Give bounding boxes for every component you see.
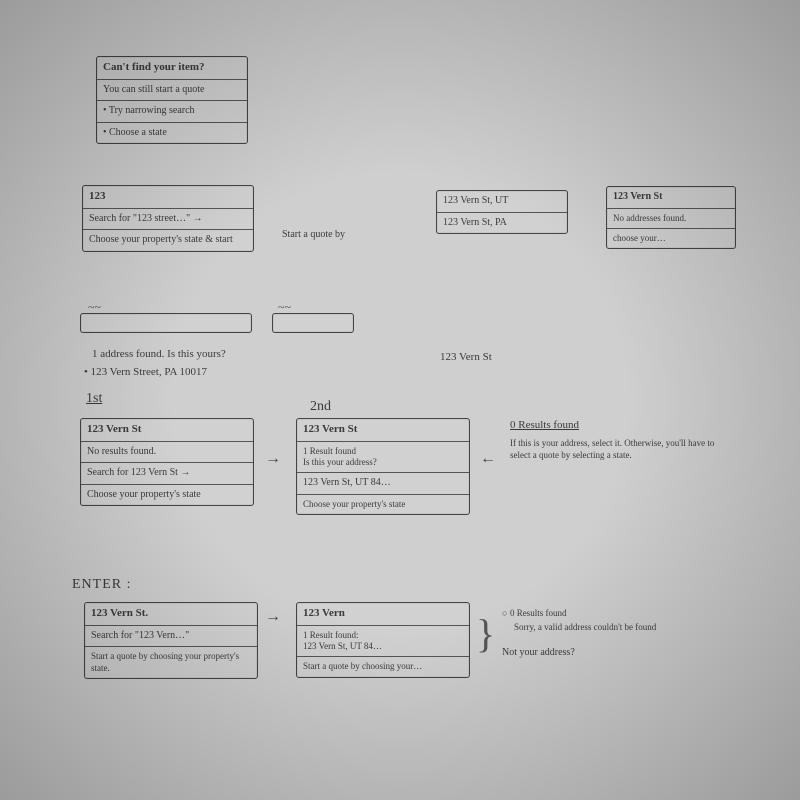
no-addresses-msg: No addresses found. <box>607 209 735 229</box>
choose-state-link[interactable]: Choose your property's state & start <box>83 230 253 251</box>
card2-found: 1 Result found Is this your address? <box>297 442 469 474</box>
arrow-right-icon: → <box>265 450 281 468</box>
label-2nd: 2nd <box>310 398 331 416</box>
card4-found-count: 1 Result found: <box>303 630 359 640</box>
card2-header: 123 Vern St <box>297 419 469 442</box>
search-link[interactable]: Search for 123 Vern St → <box>81 463 253 485</box>
search-for-link[interactable]: Search for "123 street…" → <box>83 209 253 231</box>
choose-link[interactable]: choose your… <box>607 229 735 248</box>
card2-isyours: Is this your address? <box>303 457 377 467</box>
bottom-l1: 0 Results found <box>510 608 567 618</box>
card-2nd: 123 Vern St 1 Result found Is this your … <box>296 418 470 515</box>
cant-find-title: Can't find your item? <box>97 57 247 80</box>
bottom-zero-results: ○ 0 Results found <box>502 608 566 620</box>
card4-found: 1 Result found: 123 Vern St, UT 84… <box>297 626 469 658</box>
results-list-a: 123 Vern St, UT 123 Vern St, PA <box>436 190 568 234</box>
start-quote-note: Start a quote by <box>282 228 345 241</box>
found-aside: 123 Vern St <box>440 350 492 364</box>
results-b-header: 123 Vern St <box>607 187 735 209</box>
card2-choose[interactable]: Choose your property's state <box>297 495 469 514</box>
enter-label: ENTER : <box>72 576 132 594</box>
card-1st: 123 Vern St No results found. Search for… <box>80 418 254 506</box>
card2-address[interactable]: 123 Vern St, UT 84… <box>297 473 469 495</box>
arrow-left-icon: ← <box>480 450 496 468</box>
result-item[interactable]: 123 Vern St, UT <box>437 191 567 213</box>
card1-header: 123 Vern St <box>81 419 253 442</box>
card-enter-1: 123 Vern St. Search for "123 Vern…" Star… <box>84 602 258 679</box>
bottom-sorry: Sorry, a valid address couldn't be found <box>514 622 734 634</box>
no-results-msg: No results found. <box>81 442 253 464</box>
zero-results-body: If this is your address, select it. Othe… <box>510 438 720 461</box>
card4-address[interactable]: 123 Vern St, UT 84… <box>303 641 382 651</box>
brace-icon: } <box>476 610 495 657</box>
cant-find-panel: Can't find your item? You can still star… <box>96 56 248 144</box>
label-1st: 1st <box>86 390 102 408</box>
not-your-address: Not your address? <box>502 646 575 659</box>
card4-header: 123 Vern <box>297 603 469 626</box>
card2-found-count: 1 Result found <box>303 446 356 456</box>
card4-start[interactable]: Start a quote by choosing your… <box>297 657 469 676</box>
cant-find-subtitle: You can still start a quote <box>97 80 247 102</box>
card3-header: 123 Vern St. <box>85 603 257 626</box>
result-item[interactable]: 123 Vern St, PA <box>437 213 567 234</box>
one-found-line1: 1 address found. Is this yours? <box>92 347 226 361</box>
cant-find-opt2[interactable]: • Choose a state <box>97 123 247 144</box>
arrow-right-icon: → <box>265 608 281 626</box>
cant-find-opt1[interactable]: • Try narrowing search <box>97 101 247 123</box>
thin-input-b[interactable] <box>272 313 354 333</box>
zero-results-header: 0 Results found <box>510 418 579 432</box>
card3-search[interactable]: Search for "123 Vern…" <box>85 626 257 648</box>
search-card: 123 Search for "123 street…" → Choose yo… <box>82 185 254 252</box>
card-enter-2: 123 Vern 1 Result found: 123 Vern St, UT… <box>296 602 470 678</box>
one-found-line2[interactable]: • 123 Vern Street, PA 10017 <box>84 365 207 379</box>
card3-start[interactable]: Start a quote by choosing your property'… <box>85 647 257 678</box>
thin-input-a[interactable] <box>80 313 252 333</box>
search-input[interactable]: 123 <box>83 186 253 209</box>
choose-state-link[interactable]: Choose your property's state <box>81 485 253 506</box>
results-list-b: 123 Vern St No addresses found. choose y… <box>606 186 736 249</box>
